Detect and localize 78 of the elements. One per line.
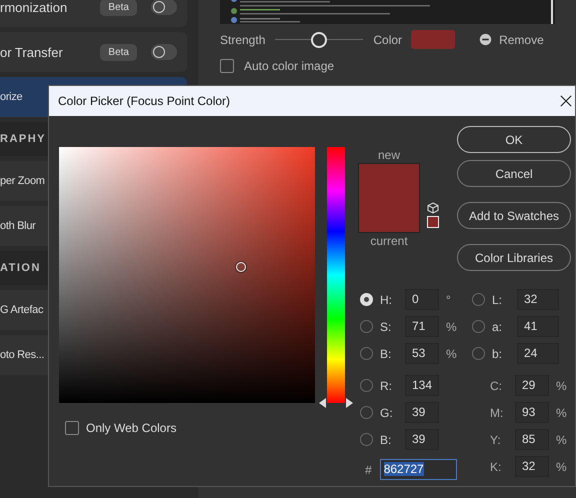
- input-field[interactable]: 39: [405, 402, 439, 423]
- input-field[interactable]: 32: [515, 456, 549, 477]
- filter-item[interactable]: or Transfer Beta: [0, 32, 187, 72]
- new-color-swatch: [359, 164, 419, 198]
- field-label: a:: [492, 320, 504, 334]
- filter-item[interactable]: rmonization Beta: [0, 0, 187, 27]
- field-label: L:: [492, 292, 504, 306]
- color-swatch[interactable]: [411, 30, 456, 49]
- beta-badge: Beta: [100, 44, 137, 60]
- field-label: K:: [490, 460, 502, 474]
- unit-label: %: [556, 378, 567, 392]
- window-title: Color Picker (Focus Point Color): [58, 94, 230, 108]
- field-label: C:: [490, 378, 503, 392]
- strength-label: Strength: [220, 32, 266, 46]
- radio-button[interactable]: [472, 320, 485, 333]
- slider-handle[interactable]: [319, 398, 326, 408]
- unit-label: %: [446, 320, 457, 334]
- checkbox[interactable]: [65, 421, 79, 435]
- radio-button[interactable]: [360, 379, 373, 392]
- unit-label: °: [446, 292, 451, 306]
- section-header: RAPHY: [0, 133, 46, 145]
- radio-button[interactable]: [472, 293, 485, 306]
- hex-input-field[interactable]: 862727: [380, 459, 457, 480]
- field-label: B:: [380, 346, 392, 360]
- input-field[interactable]: 0: [405, 289, 439, 310]
- current-color-swatch: [359, 198, 419, 232]
- cube-icon: [427, 202, 439, 214]
- field-label: G:: [380, 406, 394, 420]
- radio-button[interactable]: [360, 347, 373, 360]
- toggle-switch[interactable]: [151, 0, 177, 15]
- unit-label: %: [446, 346, 457, 360]
- dialog-button[interactable]: OK: [457, 126, 571, 153]
- color-field[interactable]: [59, 147, 315, 403]
- dialog-button[interactable]: Cancel: [457, 160, 571, 187]
- remove-button[interactable]: Remove: [479, 32, 544, 46]
- input-field[interactable]: 93: [515, 402, 549, 423]
- hash-label: #: [365, 462, 372, 476]
- input-field[interactable]: 41: [517, 316, 559, 337]
- section-header: ATION: [0, 262, 41, 274]
- radio-button[interactable]: [360, 406, 373, 419]
- field-label: S:: [380, 320, 392, 334]
- field-label: B:: [380, 432, 392, 446]
- slider-thumb[interactable]: [311, 32, 328, 48]
- slider-handle[interactable]: [346, 398, 353, 408]
- radio-button[interactable]: [472, 347, 485, 360]
- input-field[interactable]: 29: [515, 375, 549, 396]
- input-field[interactable]: 39: [405, 429, 439, 450]
- radio-button[interactable]: [360, 320, 373, 333]
- field-label: M:: [490, 406, 504, 420]
- input-field[interactable]: 71: [405, 316, 439, 337]
- input-field[interactable]: 134: [405, 375, 439, 396]
- minus-icon: [479, 33, 492, 46]
- input-field[interactable]: 53: [405, 343, 439, 364]
- new-label: new: [378, 147, 400, 163]
- input-field[interactable]: 24: [517, 343, 559, 364]
- hue-slider[interactable]: [327, 147, 345, 403]
- dialog-button[interactable]: Add to Swatches: [457, 202, 571, 229]
- input-field[interactable]: 32: [517, 289, 559, 310]
- checkbox[interactable]: [220, 59, 234, 73]
- field-label: H:: [380, 292, 393, 306]
- unit-label: %: [556, 460, 567, 474]
- unit-label: %: [556, 406, 567, 420]
- dialog-button[interactable]: Color Libraries: [457, 244, 571, 271]
- web-colors-label: Only Web Colors: [86, 421, 176, 435]
- picker-marker[interactable]: [236, 262, 246, 272]
- auto-color-label: Auto color image: [244, 59, 334, 73]
- beta-badge: Beta: [100, 0, 137, 16]
- color-label: Color: [373, 32, 402, 46]
- field-label: b:: [492, 346, 504, 360]
- input-field[interactable]: 85: [515, 429, 549, 450]
- unit-label: %: [556, 432, 567, 446]
- web-safe-swatch[interactable]: [427, 216, 439, 228]
- close-icon[interactable]: [560, 95, 572, 107]
- radio-button[interactable]: [360, 433, 373, 446]
- field-label: Y:: [490, 432, 502, 446]
- current-label: current: [370, 233, 408, 249]
- field-label: R:: [380, 378, 393, 392]
- toggle-switch[interactable]: [151, 44, 177, 60]
